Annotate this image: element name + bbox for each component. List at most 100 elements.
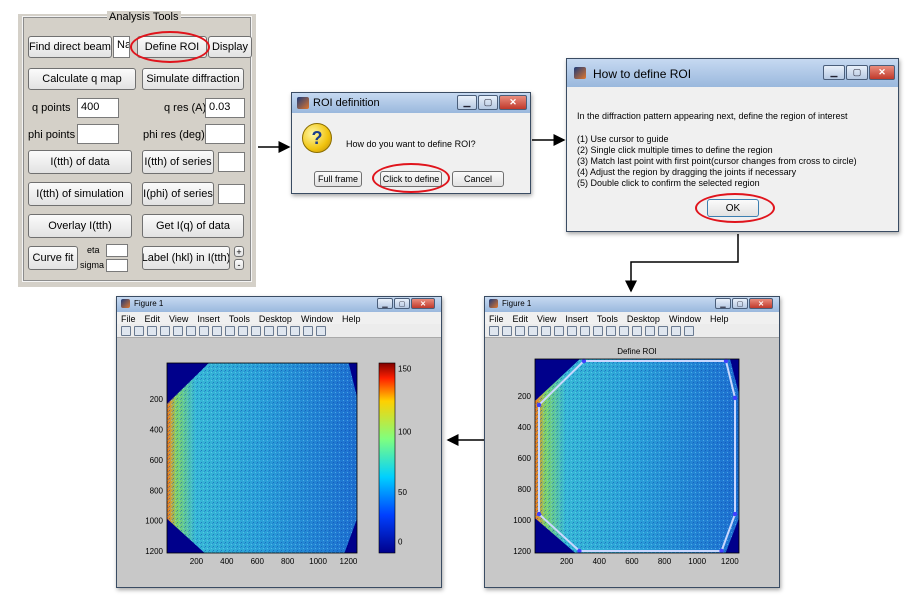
link-icon[interactable] — [632, 325, 642, 336]
menu-insert[interactable]: Insert — [197, 314, 220, 324]
menu-help[interactable]: Help — [710, 314, 729, 324]
pan-icon[interactable] — [212, 325, 222, 336]
figure-window-define-roi: Figure 1 ▁ ▢ ✕ File Edit View Insert Tools De… — [484, 296, 780, 588]
legend-icon[interactable] — [658, 325, 668, 336]
roi-vertex[interactable] — [581, 358, 587, 364]
minimize-icon[interactable]: ▁ — [823, 65, 845, 80]
arrow-howto-to-figure — [625, 234, 739, 293]
data-cursor-icon[interactable] — [238, 325, 248, 336]
print-icon[interactable] — [528, 325, 538, 336]
brush-icon[interactable] — [251, 325, 261, 336]
pointer-icon[interactable] — [541, 325, 551, 336]
brush-icon[interactable] — [619, 325, 629, 336]
matlab-icon — [489, 299, 498, 308]
full-frame-button[interactable]: Full frame — [314, 171, 362, 187]
menu-tools[interactable]: Tools — [229, 314, 250, 324]
menu-view[interactable]: View — [169, 314, 188, 324]
legend-icon[interactable] — [290, 325, 300, 336]
diffraction-noise — [535, 359, 739, 553]
figure-toolbar — [485, 324, 779, 338]
new-figure-icon[interactable] — [121, 325, 131, 336]
hide-tools-icon[interactable] — [303, 325, 313, 336]
matlab-icon — [574, 67, 586, 79]
minimize-icon[interactable]: ▁ — [377, 298, 393, 309]
roi-definition-dialog: ROI definition ▁ ▢ ✕ ? How do you want t… — [291, 92, 531, 194]
x-tick-label: 800 — [658, 557, 672, 566]
colorbar-tick-label: 50 — [398, 488, 407, 497]
menu-window[interactable]: Window — [301, 314, 333, 324]
close-icon[interactable]: ✕ — [411, 298, 435, 309]
roi-vertex[interactable] — [732, 395, 738, 401]
zoom-in-icon[interactable] — [554, 325, 564, 336]
y-tick-label: 400 — [518, 423, 532, 432]
open-icon[interactable] — [502, 325, 512, 336]
menu-insert[interactable]: Insert — [565, 314, 588, 324]
roi-vertex[interactable] — [719, 548, 724, 554]
question-icon: ? — [302, 123, 332, 153]
x-tick-label: 600 — [251, 557, 265, 566]
y-tick-label: 1000 — [145, 517, 163, 526]
menu-help[interactable]: Help — [342, 314, 361, 324]
roi-vertex[interactable] — [577, 548, 582, 554]
minimize-icon[interactable]: ▁ — [715, 298, 731, 309]
close-icon[interactable]: ✕ — [499, 95, 527, 110]
howto-step-3: (3) Match last point with first point(cu… — [577, 156, 857, 166]
data-cursor-icon[interactable] — [606, 325, 616, 336]
colorbar-icon[interactable] — [645, 325, 655, 336]
open-icon[interactable] — [134, 325, 144, 336]
cancel-button[interactable]: Cancel — [452, 171, 504, 187]
roi-vertex[interactable] — [536, 402, 542, 408]
menu-desktop[interactable]: Desktop — [627, 314, 660, 324]
x-tick-label: 200 — [190, 557, 204, 566]
zoom-out-icon[interactable] — [199, 325, 209, 336]
menu-tools[interactable]: Tools — [597, 314, 618, 324]
menu-file[interactable]: File — [489, 314, 504, 324]
figure-title: Figure 1 — [134, 299, 164, 308]
colorbar-icon[interactable] — [277, 325, 287, 336]
menu-file[interactable]: File — [121, 314, 136, 324]
plot-axes[interactable]: 20040060080010001200200 400 600 800 1000 1200… — [485, 338, 777, 588]
plot-axes[interactable]: 20040060080010001200200 400 600 800 1000 1200… — [117, 338, 439, 588]
save-icon[interactable] — [515, 325, 525, 336]
figure-titlebar: Figure 1 ▁ ▢ ✕ — [117, 297, 441, 312]
show-tools-icon[interactable] — [684, 325, 694, 336]
pointer-icon[interactable] — [173, 325, 183, 336]
how-to-define-roi-dialog: How to define ROI ▁ ▢ ✕ In the diffracti… — [566, 58, 899, 232]
new-figure-icon[interactable] — [489, 325, 499, 336]
zoom-out-icon[interactable] — [567, 325, 577, 336]
y-tick-label: 600 — [150, 456, 164, 465]
y-tick-label: 600 — [518, 454, 532, 463]
roi-vertex[interactable] — [723, 358, 729, 364]
maximize-icon[interactable]: ▢ — [732, 298, 748, 309]
matlab-icon — [121, 299, 130, 308]
y-tick-label: 200 — [518, 392, 532, 401]
show-tools-icon[interactable] — [316, 325, 326, 336]
figure-toolbar — [117, 324, 441, 338]
roi-vertex[interactable] — [732, 511, 738, 517]
rotate-icon[interactable] — [593, 325, 603, 336]
hide-tools-icon[interactable] — [671, 325, 681, 336]
y-tick-label: 1000 — [513, 516, 531, 525]
menu-desktop[interactable]: Desktop — [259, 314, 292, 324]
maximize-icon[interactable]: ▢ — [394, 298, 410, 309]
roi-vertex[interactable] — [536, 511, 542, 517]
menu-edit[interactable]: Edit — [145, 314, 161, 324]
menu-window[interactable]: Window — [669, 314, 701, 324]
close-icon[interactable]: ✕ — [749, 298, 773, 309]
minimize-icon[interactable]: ▁ — [457, 95, 477, 110]
save-icon[interactable] — [147, 325, 157, 336]
zoom-in-icon[interactable] — [186, 325, 196, 336]
howto-step-4: (4) Adjust the region by dragging the jo… — [577, 167, 797, 177]
rotate-icon[interactable] — [225, 325, 235, 336]
maximize-icon[interactable]: ▢ — [478, 95, 498, 110]
menu-edit[interactable]: Edit — [513, 314, 529, 324]
menu-view[interactable]: View — [537, 314, 556, 324]
howto-step-5: (5) Double click to confirm the selected… — [577, 178, 760, 188]
pan-icon[interactable] — [580, 325, 590, 336]
maximize-icon[interactable]: ▢ — [846, 65, 868, 80]
close-icon[interactable]: ✕ — [869, 65, 895, 80]
figure-window-result: Figure 1 ▁ ▢ ✕ File Edit View Insert Tools De… — [116, 296, 442, 588]
y-tick-label: 200 — [150, 395, 164, 404]
print-icon[interactable] — [160, 325, 170, 336]
link-icon[interactable] — [264, 325, 274, 336]
